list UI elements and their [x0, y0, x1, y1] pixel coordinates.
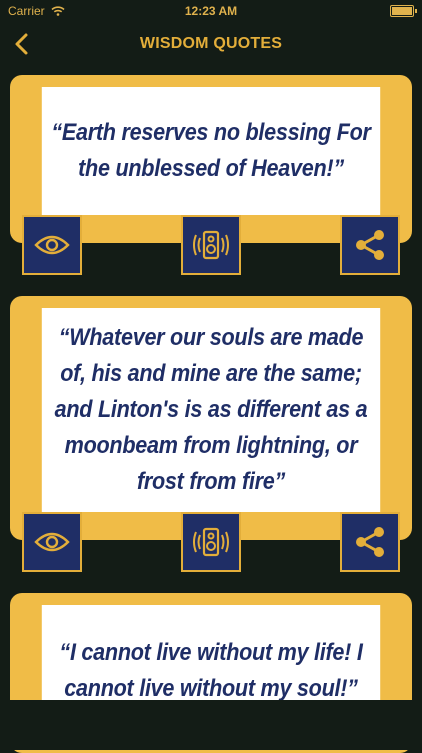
speak-button[interactable] [181, 215, 241, 275]
speak-button[interactable] [181, 512, 241, 572]
eye-icon [34, 235, 70, 255]
quote-text: “Whatever our souls are made of, his and… [41, 308, 381, 512]
navigation-bar: WISDOM QUOTES [0, 22, 422, 66]
share-icon [356, 527, 384, 557]
quote-card: “Earth reserves no blessing For the unbl… [10, 75, 412, 275]
status-bar: Carrier 12:23 AM [0, 0, 422, 22]
view-button[interactable] [22, 512, 82, 572]
share-icon [356, 230, 384, 260]
quote-card: “Whatever our souls are made of, his and… [10, 296, 412, 572]
bottom-area [0, 700, 422, 750]
speaker-icon [193, 527, 229, 557]
share-button[interactable] [340, 215, 400, 275]
share-button[interactable] [340, 512, 400, 572]
page-title: WISDOM QUOTES [139, 35, 283, 52]
view-button[interactable] [22, 215, 82, 275]
battery-icon [390, 5, 417, 17]
eye-icon [34, 532, 70, 552]
status-time: 12:23 AM [184, 4, 238, 18]
quote-text: “Earth reserves no blessing For the unbl… [41, 87, 381, 215]
speaker-icon [193, 230, 229, 260]
